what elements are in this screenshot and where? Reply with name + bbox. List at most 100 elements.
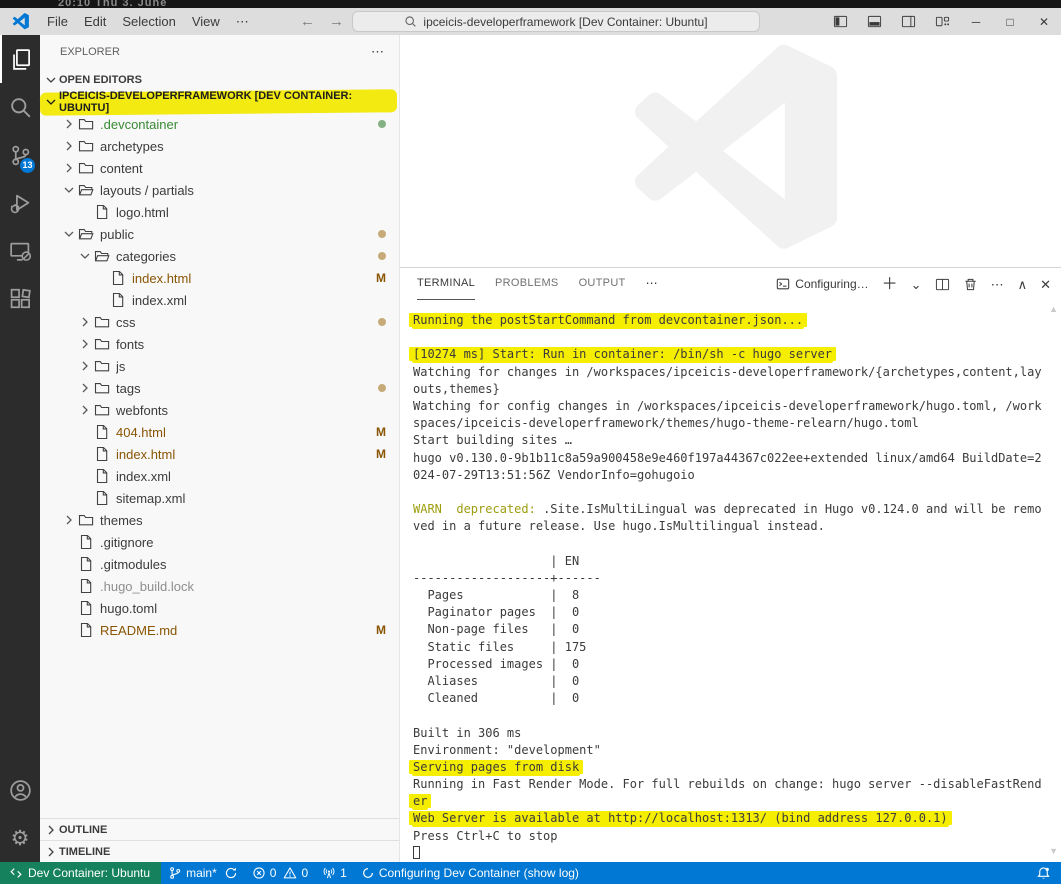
- settings-gear-icon[interactable]: ⚙: [0, 814, 40, 862]
- terminal-output[interactable]: Running the postStartCommand from devcon…: [400, 300, 1061, 862]
- new-terminal-icon[interactable]: ＋: [882, 277, 898, 292]
- tree-file-logo-html[interactable]: logo.html: [40, 201, 399, 223]
- command-center-search[interactable]: ipceicis-developerframework [Dev Contain…: [352, 11, 760, 32]
- menu-[interactable]: ⋯: [228, 12, 257, 32]
- scroll-up-arrow[interactable]: ▲: [1049, 304, 1058, 314]
- close-panel-icon[interactable]: ✕: [1040, 277, 1051, 292]
- tree-file-index-html[interactable]: index.htmlM: [40, 443, 399, 465]
- project-root-section[interactable]: IPCEICIS-DEVELOPERFRAMEWORK [DEV CONTAIN…: [40, 91, 399, 113]
- file-icon: [78, 600, 94, 616]
- explorer-icon[interactable]: [0, 35, 40, 83]
- tree-file--hugo-build-lock[interactable]: .hugo_build.lock: [40, 575, 399, 597]
- chevron-right-icon: [43, 822, 59, 838]
- timeline-section[interactable]: TIMELINE: [40, 840, 399, 862]
- tree-file-index-html[interactable]: index.htmlM: [40, 267, 399, 289]
- maximize-panel-icon[interactable]: ∧: [1018, 277, 1028, 292]
- close-button[interactable]: ✕: [1027, 8, 1061, 35]
- panel-more-tabs-icon[interactable]: ⋯: [646, 268, 660, 300]
- nav-back-button[interactable]: ←: [300, 13, 315, 30]
- toggle-secondary-sidebar-icon[interactable]: [891, 8, 925, 35]
- warnings-count: 0: [301, 866, 308, 880]
- tree-folder-content[interactable]: content: [40, 157, 399, 179]
- open-editors-section[interactable]: OPEN EDITORS: [40, 69, 399, 91]
- errors-count: 0: [270, 866, 277, 880]
- source-control-icon[interactable]: 13: [0, 131, 40, 179]
- git-modified-badge: M: [376, 623, 386, 637]
- menu-view[interactable]: View: [184, 12, 228, 32]
- git-modified-dot: [378, 384, 386, 392]
- tab-terminal[interactable]: TERMINAL: [417, 268, 475, 300]
- panel-more-actions-icon[interactable]: ⋯: [991, 277, 1005, 292]
- toggle-primary-sidebar-icon[interactable]: [823, 8, 857, 35]
- terminal-picker[interactable]: Configuring…: [776, 277, 868, 291]
- terminal-dropdown-chevron-icon[interactable]: ⌄: [911, 277, 922, 292]
- tab-output[interactable]: OUTPUT: [579, 268, 626, 300]
- run-debug-icon[interactable]: [0, 179, 40, 227]
- tree-folder-themes[interactable]: themes: [40, 509, 399, 531]
- extensions-icon[interactable]: [0, 275, 40, 323]
- kill-terminal-trash-icon[interactable]: [963, 277, 978, 292]
- folder-icon: [94, 336, 110, 352]
- tree-file-sitemap-xml[interactable]: sitemap.xml: [40, 487, 399, 509]
- split-terminal-icon[interactable]: [935, 277, 950, 292]
- open-editors-label: OPEN EDITORS: [59, 74, 142, 86]
- tab-problems[interactable]: PROBLEMS: [495, 268, 559, 300]
- tree-file-404-html[interactable]: 404.htmlM: [40, 421, 399, 443]
- maximize-button[interactable]: □: [993, 8, 1027, 35]
- tree-file--gitmodules[interactable]: .gitmodules: [40, 553, 399, 575]
- remote-explorer-icon[interactable]: [0, 227, 40, 275]
- problems-status[interactable]: 0 0: [245, 862, 315, 884]
- tree-file-readme-md[interactable]: README.mdM: [40, 619, 399, 641]
- chevron-right-icon: [60, 160, 78, 176]
- folder-icon: [78, 138, 94, 154]
- scroll-down-arrow[interactable]: ▼: [1049, 846, 1058, 856]
- chevron-right-icon: [76, 402, 94, 418]
- remote-indicator[interactable]: Dev Container: Ubuntu: [0, 862, 161, 884]
- menu-selection[interactable]: Selection: [114, 12, 183, 32]
- tree-folder--devcontainer[interactable]: .devcontainer: [40, 113, 399, 135]
- tree-folder-css[interactable]: css: [40, 311, 399, 333]
- customize-layout-icon[interactable]: [925, 8, 959, 35]
- tree-item-label: .gitmodules: [100, 557, 166, 572]
- terminal-line: spaces/ipceicis-developerframework/theme…: [413, 415, 1061, 432]
- tree-item-label: sitemap.xml: [116, 491, 185, 506]
- tree-folder-js[interactable]: js: [40, 355, 399, 377]
- tree-item-label: categories: [116, 249, 176, 264]
- chevron-right-icon: [60, 116, 78, 132]
- chevron-right-icon: [76, 358, 94, 374]
- minimize-button[interactable]: ─: [959, 8, 993, 35]
- tree-folder-layouts-partials[interactable]: layouts / partials: [40, 179, 399, 201]
- nav-forward-button[interactable]: →: [329, 13, 344, 30]
- tree-folder-archetypes[interactable]: archetypes: [40, 135, 399, 157]
- tree-item-label: content: [100, 161, 143, 176]
- explorer-more-actions-icon[interactable]: ⋯: [371, 44, 385, 60]
- tree-file-index-xml[interactable]: index.xml: [40, 465, 399, 487]
- file-icon: [94, 424, 110, 440]
- radio-tower-icon: [322, 866, 336, 880]
- tree-folder-fonts[interactable]: fonts: [40, 333, 399, 355]
- tree-folder-public[interactable]: public: [40, 223, 399, 245]
- tree-folder-categories[interactable]: categories: [40, 245, 399, 267]
- outline-section[interactable]: OUTLINE: [40, 818, 399, 840]
- terminal-line: WARN deprecated: .Site.IsMultiLingual wa…: [413, 501, 1061, 518]
- menu-file[interactable]: File: [39, 12, 76, 32]
- menu-edit[interactable]: Edit: [76, 12, 114, 32]
- toggle-panel-icon[interactable]: [857, 8, 891, 35]
- accounts-icon[interactable]: [0, 766, 40, 814]
- tree-folder-tags[interactable]: tags: [40, 377, 399, 399]
- git-branch-status[interactable]: main*: [161, 862, 245, 884]
- file-icon: [78, 578, 94, 594]
- tree-file-index-xml[interactable]: index.xml: [40, 289, 399, 311]
- editor-empty-area: [400, 35, 1061, 267]
- tree-file--gitignore[interactable]: .gitignore: [40, 531, 399, 553]
- terminal-line: [413, 535, 1061, 552]
- tree-file-hugo-toml[interactable]: hugo.toml: [40, 597, 399, 619]
- tree-item-label: logo.html: [116, 205, 169, 220]
- folder-icon: [94, 314, 110, 330]
- notifications-bell-icon[interactable]: [1036, 866, 1051, 881]
- search-sidebar-icon[interactable]: [0, 83, 40, 131]
- ports-status[interactable]: 1: [315, 862, 354, 884]
- vscode-watermark-icon: [623, 44, 838, 259]
- tree-folder-webfonts[interactable]: webfonts: [40, 399, 399, 421]
- dev-container-progress[interactable]: Configuring Dev Container (show log): [354, 862, 586, 884]
